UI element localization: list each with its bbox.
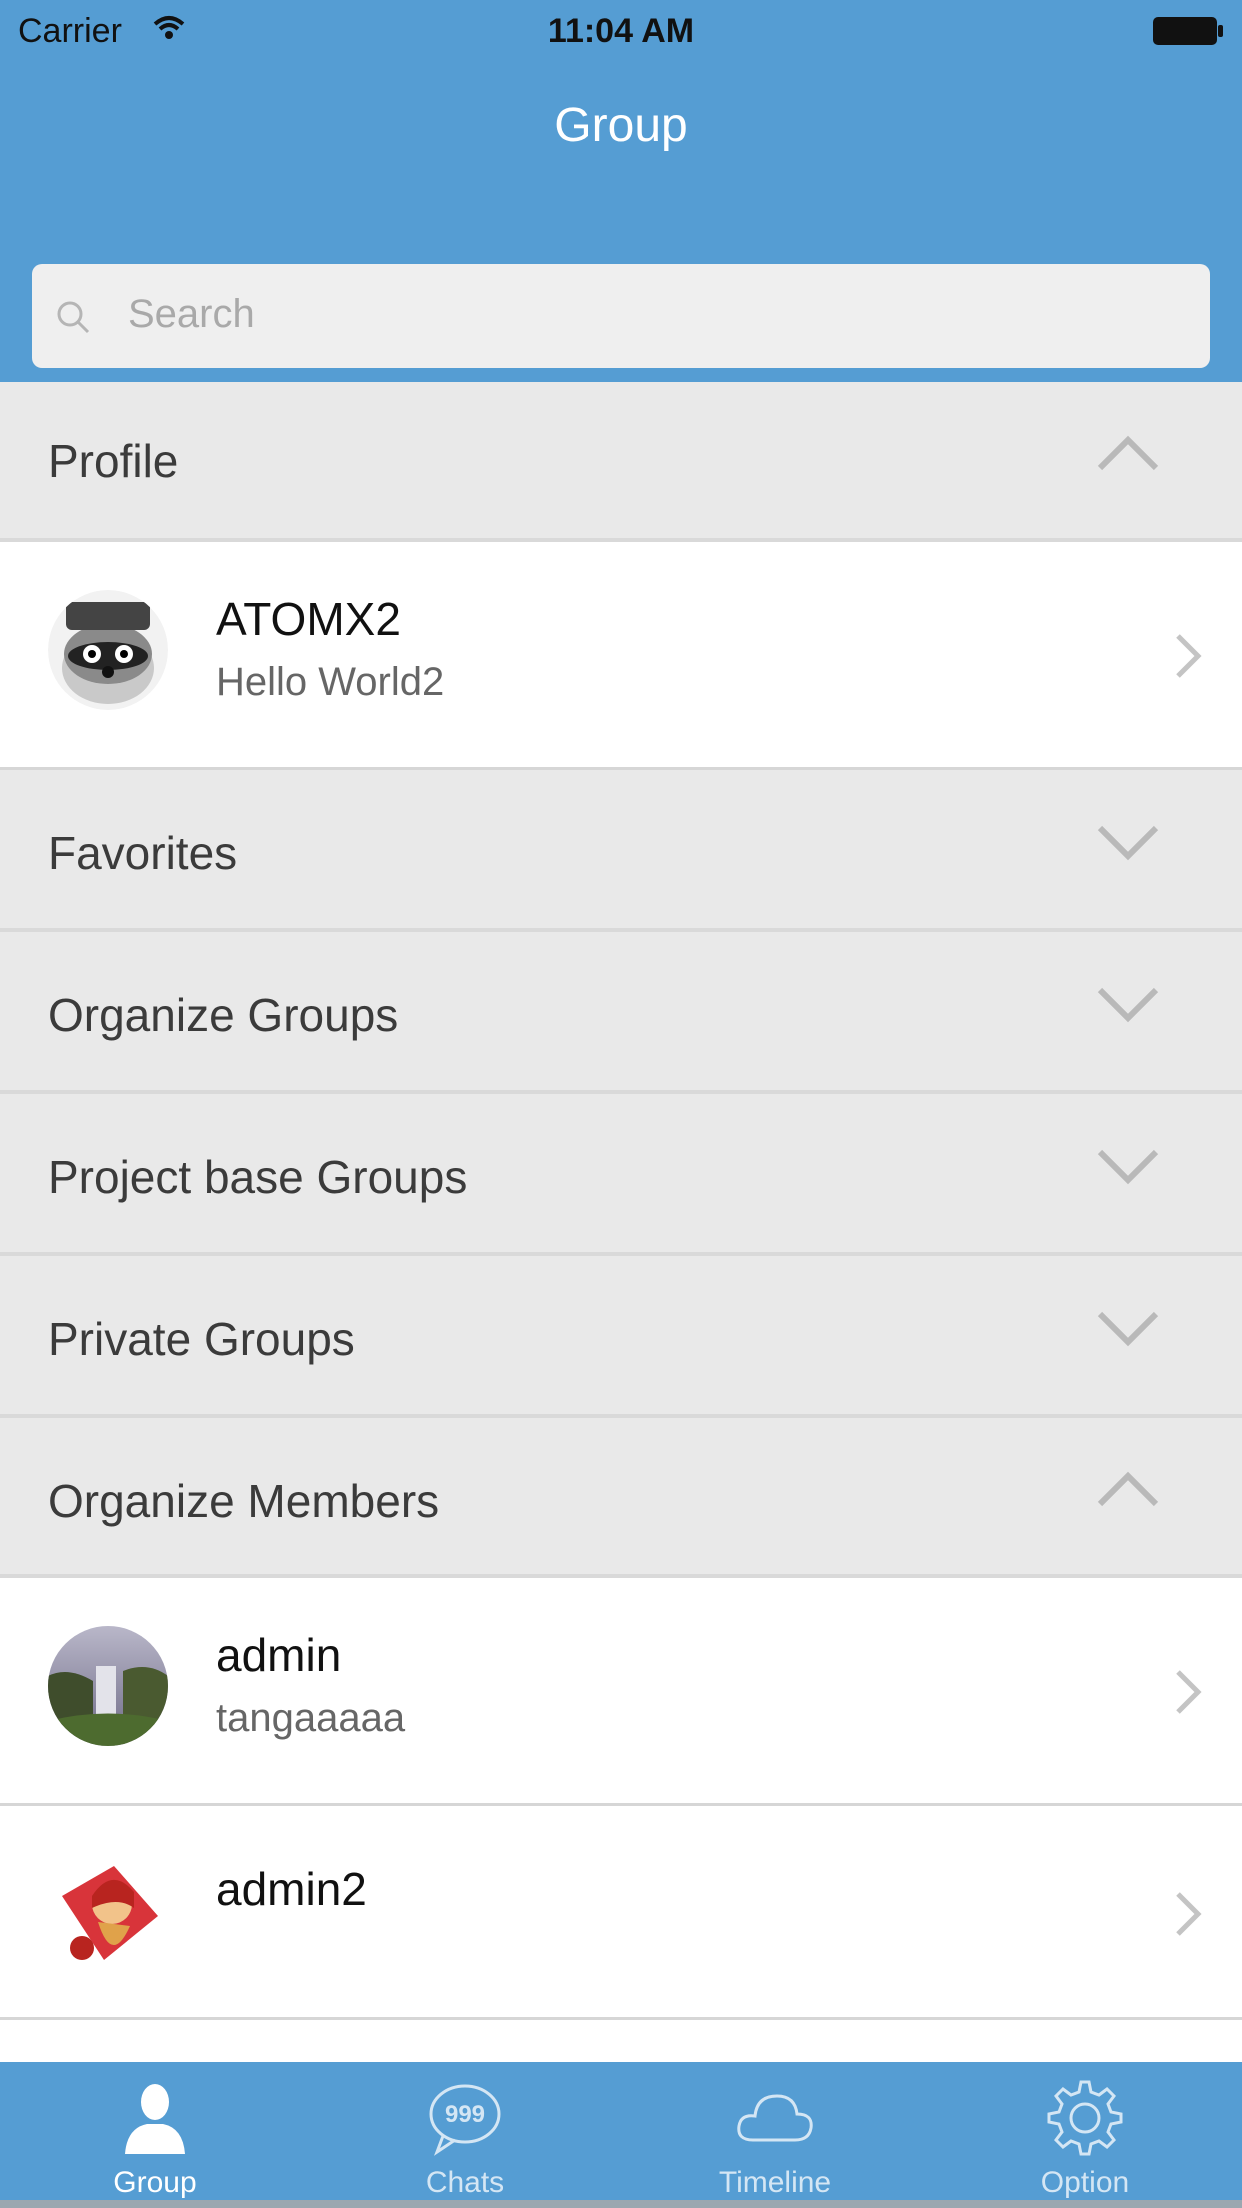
section-organize-groups[interactable]: Organize Groups — [0, 932, 1242, 1094]
status-bar: Carrier 11:04 AM — [0, 0, 1242, 60]
member-name: admin2 — [216, 1863, 367, 1915]
search-input[interactable]: Search — [32, 264, 1210, 368]
tab-label: Chats — [425, 2166, 505, 2199]
page-title: Group — [554, 99, 688, 152]
section-label: Project base Groups — [48, 1151, 468, 1203]
list-item-profile[interactable]: ATOMX2 Hello World2 — [0, 542, 1242, 770]
chevron-up-icon — [1097, 1471, 1159, 1507]
section-favorites[interactable]: Favorites — [0, 770, 1242, 932]
chevron-up-icon — [1097, 435, 1159, 471]
status-time: 11:04 AM — [547, 12, 695, 50]
tab-label: Timeline — [718, 2166, 832, 2199]
profile-status: Hello World2 — [216, 660, 445, 704]
tab-timeline[interactable]: Timeline — [620, 2062, 930, 2208]
tab-bar: Group 999 Chats Timeline Option — [0, 2062, 1242, 2208]
member-status: tangaaaaa — [216, 1696, 406, 1740]
section-organize-members[interactable]: Organize Members — [0, 1418, 1242, 1578]
home-indicator — [0, 2200, 1242, 2208]
section-label: Organize Members — [48, 1475, 440, 1527]
section-label: Organize Groups — [48, 989, 399, 1041]
section-private-groups[interactable]: Private Groups — [0, 1256, 1242, 1418]
section-label: Private Groups — [48, 1313, 355, 1365]
avatar — [48, 590, 168, 710]
header-bar: Carrier 11:04 AM Group Search — [0, 0, 1242, 382]
chat-bubble-icon: 999 — [429, 2084, 501, 2156]
section-label: Favorites — [48, 827, 238, 879]
avatar — [48, 1626, 168, 1746]
chevron-right-icon — [1176, 1892, 1202, 1936]
chevron-down-icon — [1097, 1311, 1159, 1347]
tab-label: Option — [1040, 2166, 1130, 2199]
gear-icon — [1047, 2080, 1123, 2156]
battery-full-icon — [1153, 17, 1223, 45]
chevron-down-icon — [1097, 1149, 1159, 1185]
profile-name: ATOMX2 — [216, 593, 401, 645]
chevron-right-icon — [1176, 634, 1202, 678]
person-icon — [125, 2084, 185, 2154]
list-item-member[interactable]: admin tangaaaaa — [0, 1578, 1242, 1806]
chats-badge: 999 — [445, 2101, 485, 2128]
chevron-right-icon — [1176, 1670, 1202, 1714]
section-project-base-groups[interactable]: Project base Groups — [0, 1094, 1242, 1256]
search-icon — [57, 301, 90, 334]
list-item-member[interactable]: admin2 — [0, 1806, 1242, 2020]
tab-label: Group — [113, 2166, 197, 2199]
avatar — [48, 1856, 168, 1976]
section-label: Profile — [48, 435, 179, 487]
section-profile[interactable]: Profile — [0, 382, 1242, 542]
cloud-icon — [737, 2094, 813, 2142]
search-placeholder: Search — [128, 292, 255, 336]
tab-group[interactable]: Group — [0, 2062, 310, 2208]
tab-chats[interactable]: 999 Chats — [310, 2062, 620, 2208]
chevron-down-icon — [1097, 987, 1159, 1023]
chevron-down-icon — [1097, 825, 1159, 861]
member-name: admin — [216, 1629, 342, 1681]
tab-option[interactable]: Option — [930, 2062, 1240, 2208]
